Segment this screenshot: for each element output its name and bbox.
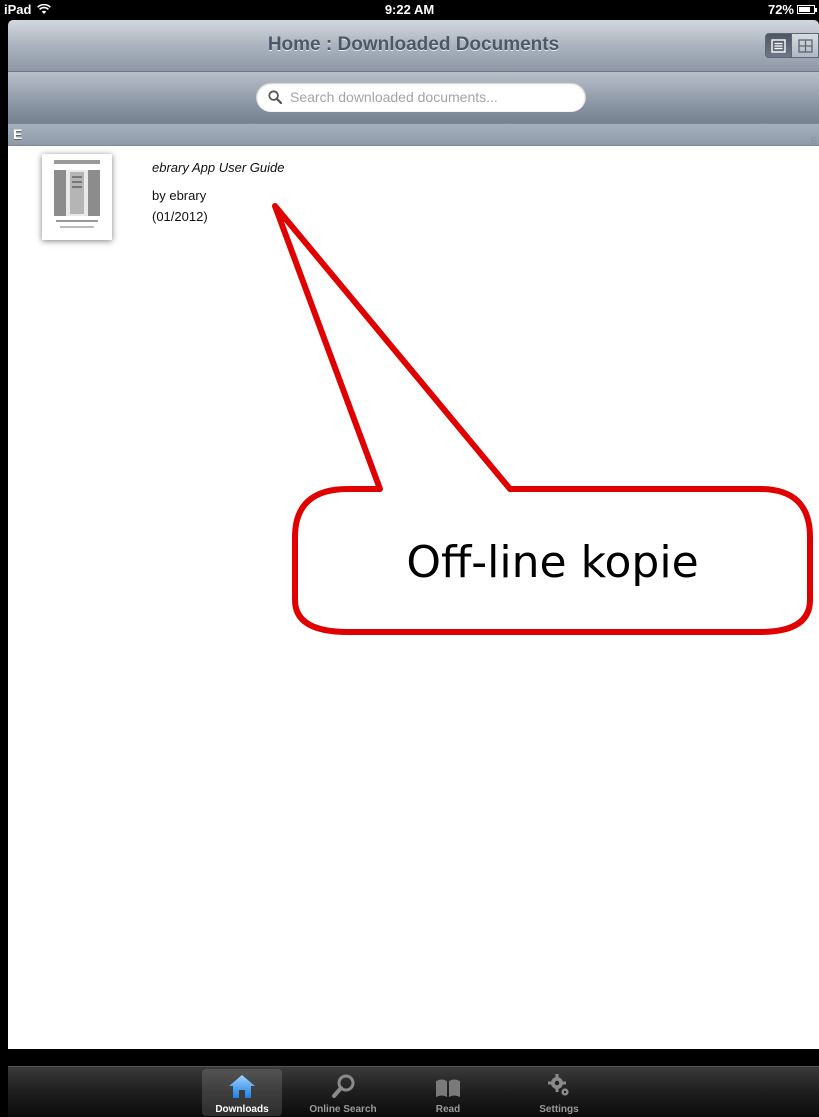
- tab-downloads[interactable]: Downloads: [202, 1069, 282, 1116]
- callout-text: Off-line kopie: [406, 537, 699, 588]
- list-item[interactable]: ebrary App User Guide by ebrary (01/2012…: [8, 146, 819, 246]
- search-icon: [268, 90, 282, 104]
- list-view-button[interactable]: [765, 33, 792, 58]
- document-author: by ebrary: [152, 188, 207, 203]
- battery-percentage: 72%: [767, 2, 794, 17]
- open-book-icon: [436, 1079, 460, 1097]
- tab-read[interactable]: Read: [408, 1069, 488, 1116]
- view-mode-toggle: [765, 33, 819, 58]
- navigation-bar: Home : Downloaded Documents: [8, 20, 819, 71]
- search-field[interactable]: [256, 82, 586, 112]
- document-thumbnail[interactable]: [42, 154, 112, 240]
- tab-downloads-label: Downloads: [215, 1104, 269, 1115]
- document-list: ebrary App User Guide by ebrary (01/2012…: [8, 146, 819, 1049]
- tab-online-search[interactable]: Online Search: [303, 1069, 383, 1116]
- house-icon: [229, 1075, 255, 1098]
- status-time: 9:22 AM: [384, 2, 435, 17]
- book-cover-image: [42, 154, 112, 240]
- section-letter: E: [13, 126, 23, 142]
- battery-icon: [797, 5, 817, 14]
- grid-view-icon: [797, 38, 813, 53]
- tab-online-search-label: Online Search: [309, 1104, 377, 1115]
- search-bar: [8, 71, 819, 123]
- page-title: Home : Downloaded Documents: [267, 34, 560, 55]
- status-bar: iPad 9:22 AM 72%: [0, 0, 819, 20]
- list-view-icon: [771, 38, 786, 53]
- grid-view-button[interactable]: [792, 33, 819, 58]
- document-title: ebrary App User Guide: [152, 160, 285, 175]
- tab-bar: Downloads Online Search Read Settings: [8, 1066, 819, 1117]
- tab-settings-label: Settings: [539, 1104, 579, 1115]
- tab-settings[interactable]: Settings: [519, 1069, 599, 1116]
- section-header: E E: [8, 123, 819, 147]
- tab-read-label: Read: [435, 1104, 461, 1115]
- search-input[interactable]: [288, 88, 552, 106]
- gears-icon: [548, 1074, 569, 1096]
- magnifier-icon: [332, 1074, 355, 1098]
- document-date: (01/2012): [152, 209, 208, 224]
